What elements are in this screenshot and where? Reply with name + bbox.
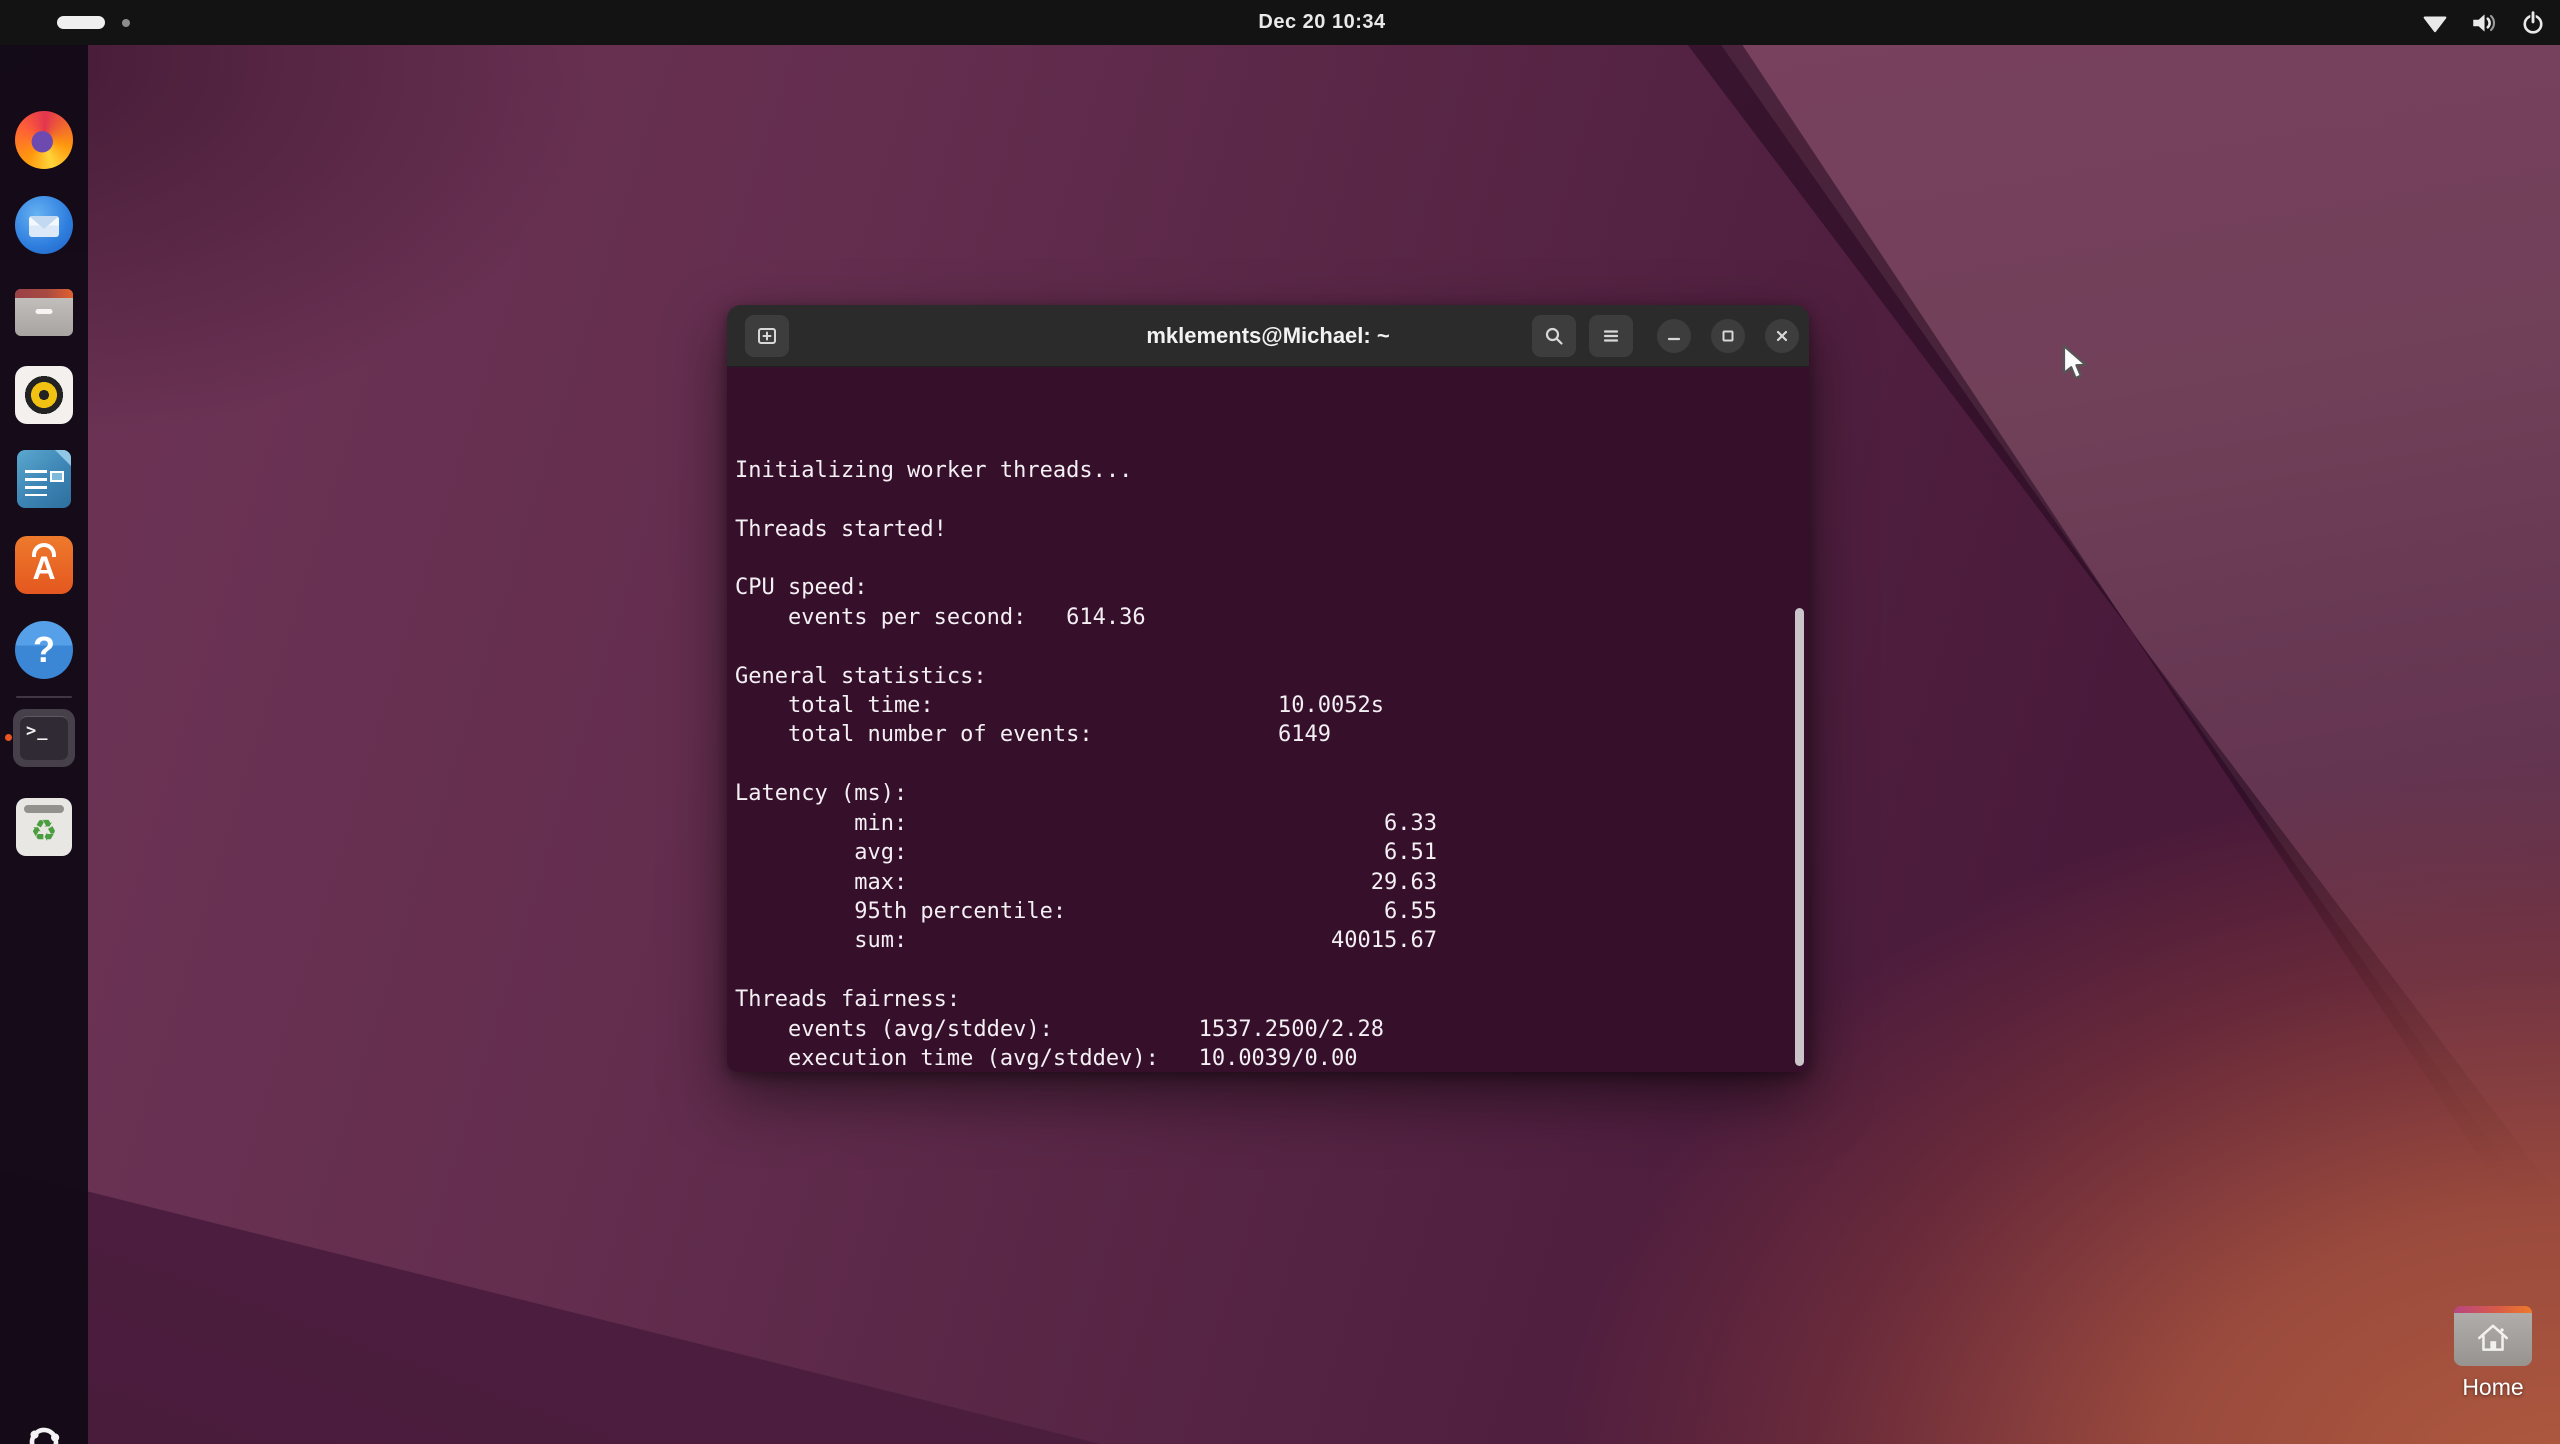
- terminal-line: [735, 485, 1791, 514]
- terminal-line: 95th percentile: 6.55: [735, 897, 1791, 926]
- home-label: Home: [2450, 1374, 2536, 1401]
- desktop: Dec 20 10:34 A: [0, 0, 2560, 1444]
- terminal-screen[interactable]: Initializing worker threads... Threads s…: [727, 367, 1809, 1072]
- dock: A ? >_ ♻: [0, 45, 88, 1444]
- dock-item-rhythmbox[interactable]: [15, 366, 73, 424]
- terminal-line: sum: 40015.67: [735, 926, 1791, 955]
- desktop-icon-home[interactable]: Home: [2450, 1306, 2536, 1401]
- minimize-button[interactable]: [1657, 319, 1691, 353]
- terminal-line: min: 6.33: [735, 809, 1791, 838]
- menu-button[interactable]: [1589, 315, 1633, 357]
- dock-item-ubuntu-software[interactable]: A: [15, 536, 73, 594]
- help-icon: ?: [15, 621, 73, 679]
- terminal-window: mklements@Michael: ~ Initializing worker…: [727, 305, 1809, 1072]
- house-icon: [2473, 1320, 2513, 1356]
- power-icon: [2520, 10, 2546, 36]
- running-indicator-dot: [5, 734, 12, 741]
- terminal-line: Initializing worker threads...: [735, 456, 1791, 485]
- terminal-line: total time: 10.0052s: [735, 691, 1791, 720]
- thunderbird-icon: [15, 196, 73, 254]
- dock-item-libreoffice-writer[interactable]: [15, 450, 73, 508]
- search-icon: [1543, 325, 1565, 347]
- ubuntu-software-icon: A: [15, 536, 73, 594]
- terminal-line: [735, 632, 1791, 661]
- terminal-line: Latency (ms):: [735, 779, 1791, 808]
- terminal-line: avg: 6.51: [735, 838, 1791, 867]
- dock-item-thunderbird[interactable]: [15, 196, 73, 254]
- terminal-line: General statistics:: [735, 662, 1791, 691]
- files-icon: [15, 289, 73, 336]
- mouse-cursor: [2062, 344, 2096, 387]
- workspace-indicator[interactable]: [122, 19, 130, 27]
- rhythmbox-icon: [15, 366, 73, 424]
- dock-item-app-grid[interactable]: [24, 1422, 64, 1444]
- dock-separator: [16, 696, 72, 698]
- terminal-line: max: 29.63: [735, 868, 1791, 897]
- libreoffice-writer-icon: [17, 450, 71, 508]
- terminal-prompt-glyph: >_: [26, 721, 48, 741]
- maximize-icon: [1720, 328, 1736, 344]
- top-bar: Dec 20 10:34: [0, 0, 2560, 45]
- dock-item-trash[interactable]: ♻: [15, 798, 73, 856]
- firefox-icon: [15, 111, 73, 169]
- window-title: mklements@Michael: ~: [1146, 305, 1389, 367]
- maximize-button[interactable]: [1711, 319, 1745, 353]
- dock-item-files[interactable]: [15, 283, 73, 341]
- wifi-icon: [2422, 10, 2448, 36]
- terminal-line: [735, 750, 1791, 779]
- volume-icon: [2470, 10, 2498, 36]
- terminal-line: Threads fairness:: [735, 985, 1791, 1014]
- terminal-line: [735, 956, 1791, 985]
- terminal-line: [735, 544, 1791, 573]
- question-mark: ?: [15, 621, 73, 679]
- dock-item-firefox[interactable]: [15, 111, 73, 169]
- close-button[interactable]: [1765, 319, 1799, 353]
- minimize-icon: [1666, 328, 1682, 344]
- terminal-output: Initializing worker threads... Threads s…: [735, 456, 1791, 1072]
- terminal-scrollbar[interactable]: [1795, 608, 1804, 1066]
- recycle-symbol: ♻: [16, 814, 72, 850]
- software-letter: A: [15, 550, 73, 587]
- hamburger-icon: [1600, 325, 1622, 347]
- terminal-line: events per second: 614.36: [735, 603, 1791, 632]
- terminal-line: total number of events: 6149: [735, 720, 1791, 749]
- terminal-line: events (avg/stddev): 1537.2500/2.28: [735, 1015, 1791, 1044]
- close-icon: [1774, 328, 1790, 344]
- trash-icon: ♻: [16, 798, 72, 856]
- workspace-indicator-active[interactable]: [57, 16, 105, 29]
- terminal-titlebar[interactable]: mklements@Michael: ~: [727, 305, 1809, 367]
- terminal-icon: >_: [13, 709, 75, 767]
- terminal-line: Threads started!: [735, 515, 1791, 544]
- system-status-area[interactable]: [2422, 0, 2546, 45]
- dock-item-help[interactable]: ?: [15, 621, 73, 679]
- terminal-line: execution time (avg/stddev): 10.0039/0.0…: [735, 1044, 1791, 1072]
- terminal-line: CPU speed:: [735, 573, 1791, 602]
- home-folder-icon: [2454, 1306, 2532, 1366]
- new-tab-button[interactable]: [745, 315, 789, 357]
- search-button[interactable]: [1532, 315, 1576, 357]
- clock[interactable]: Dec 20 10:34: [1258, 0, 1385, 45]
- dock-item-terminal[interactable]: >_: [15, 709, 73, 767]
